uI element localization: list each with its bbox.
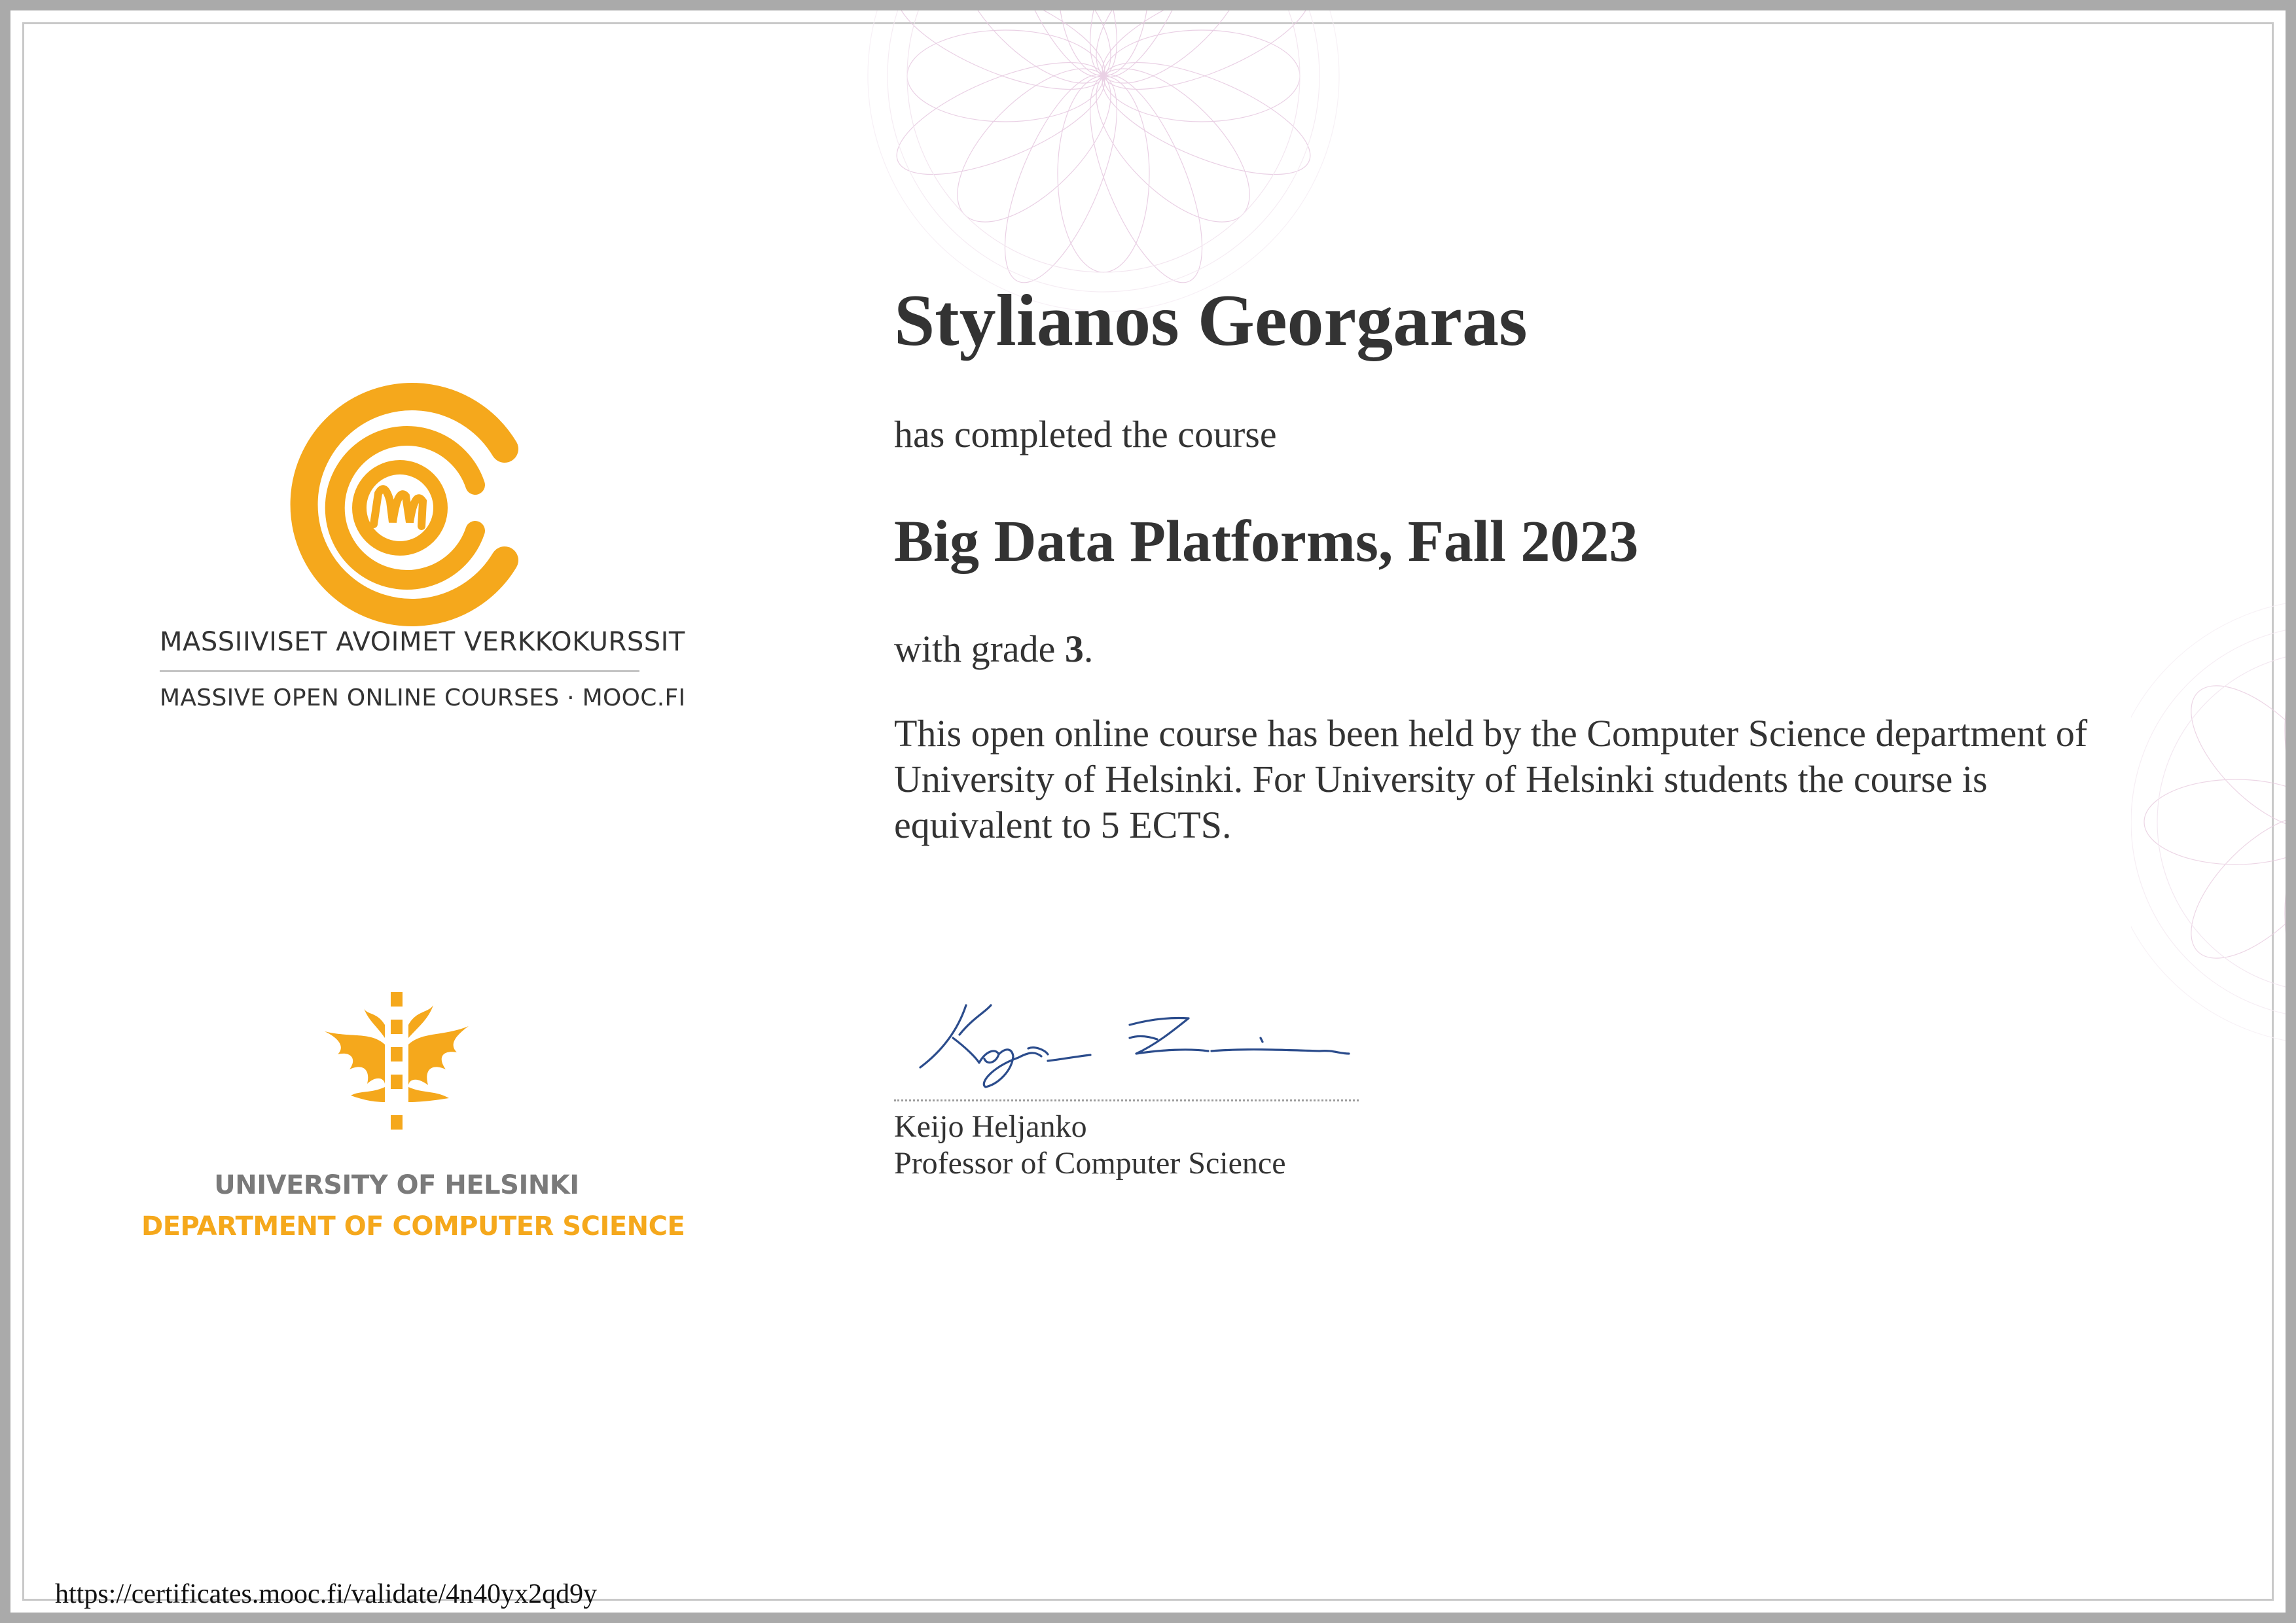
grade-suffix: .	[1083, 628, 1094, 670]
mooc-logo-divider	[160, 670, 639, 672]
helsinki-flame-icon	[325, 992, 469, 1130]
validation-link[interactable]: https://certificates.mooc.fi/validate/4n…	[55, 1578, 597, 1610]
mooc-tagline-english: MASSIVE OPEN ONLINE COURSES · MOOC.FI	[160, 685, 686, 711]
signatory-title: Professor of Computer Science	[894, 1146, 1286, 1181]
university-name: UNIVERSITY OF HELSINKI	[214, 1170, 579, 1200]
mooc-tagline-finnish: MASSIIVISET AVOIMET VERKKOKURSSIT	[160, 627, 685, 657]
signature-line	[894, 1099, 1359, 1101]
signatory-name: Keijo Heljanko	[894, 1109, 1087, 1144]
certificate-page: MASSIIVISET AVOIMET VERKKOKURSSIT MASSIV…	[0, 0, 2296, 1623]
course-title: Big Data Platforms, Fall 2023	[894, 509, 1639, 574]
course-description: This open online course has been held by…	[894, 712, 2088, 846]
department-name: DEPARTMENT OF COMPUTER SCIENCE	[141, 1211, 685, 1241]
recipient-name: Stylianos Georgaras	[894, 280, 1528, 361]
mooc-logo-icon	[290, 383, 518, 626]
guilloche-rosette-top	[867, 10, 1340, 312]
completion-statement: has completed the course	[894, 413, 1277, 455]
handwritten-signature	[919, 1004, 1350, 1088]
grade-prefix: with grade	[894, 628, 1056, 670]
grade-statement: with grade 3.	[894, 627, 1093, 671]
grade-value: 3	[1064, 628, 1084, 670]
guilloche-rosette-right	[2131, 603, 2286, 1041]
